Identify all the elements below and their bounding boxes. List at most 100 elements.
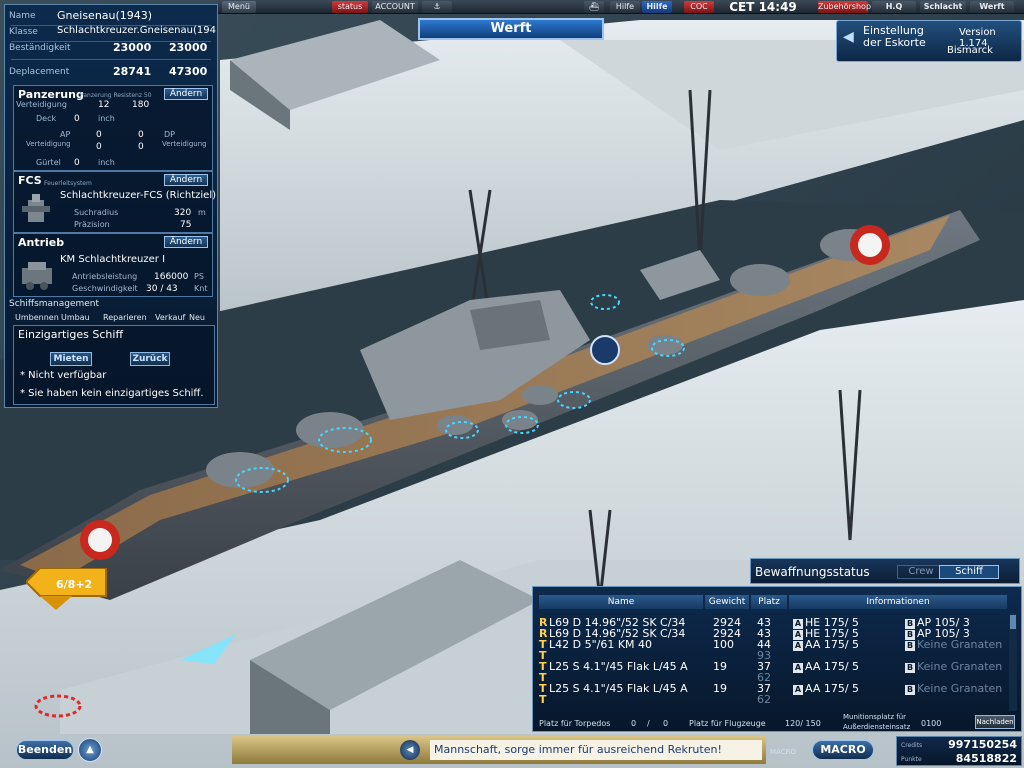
shipyard-button[interactable]: Werft xyxy=(970,1,1014,13)
back-arrow-icon: ◀ xyxy=(843,29,854,45)
armament-table: Name Gewicht Platz Informationen R L69 D … xyxy=(532,586,1022,732)
armament-scrollbar[interactable] xyxy=(1009,613,1017,711)
currency-panel: Credits 997150254 Punkte 84518822 xyxy=(896,736,1022,766)
class-label: Klasse xyxy=(9,27,38,37)
col-name: Name xyxy=(539,595,703,609)
new-button[interactable]: Neu xyxy=(189,313,205,322)
table-row[interactable]: T L25 S 4.1"/45 Flak L/45 A 19 37 A AA 175/ 5… xyxy=(533,660,1013,673)
power-value: 166000 xyxy=(154,272,189,282)
fcs-section: FCS Feuerleitsystem Ändern Schlachtkreuz… xyxy=(13,171,217,233)
aircraft-slot-label: Platz für Flugzeuge xyxy=(689,719,766,728)
unique-ship-section: Einzigartiges Schiff Mieten Zurück * Nic… xyxy=(13,325,215,405)
sell-button[interactable]: Verkauf xyxy=(155,313,185,322)
chat-bar: ◀ Mannschaft, sorge immer für ausreichen… xyxy=(232,736,766,764)
durability-current: 23000 xyxy=(113,41,152,54)
help-blue-button[interactable]: Hilfe xyxy=(642,1,672,13)
hq-button[interactable]: H.Q xyxy=(872,1,916,13)
fcs-change-button[interactable]: Ändern xyxy=(164,174,208,186)
aircraft-slot-value: 120/ 150 xyxy=(785,719,821,728)
rent-button[interactable]: Mieten xyxy=(50,352,92,366)
deck-unit: inch xyxy=(98,114,115,123)
deck-value: 0 xyxy=(74,114,80,124)
bottom-bar: Beenden ▲ ◀ Mannschaft, sorge immer für … xyxy=(0,734,1024,768)
ap-a: 0 xyxy=(96,130,102,140)
ship-class: Schlachtkreuzer.Gneisenau(194 xyxy=(57,25,216,36)
fcs-precision-value: 75 xyxy=(180,220,192,230)
ap-label: AP xyxy=(60,130,71,139)
ship-info-panel: Name Gneisenau(1943) Klasse Schlachtkreu… xyxy=(4,4,218,408)
torpedo-slot-a: 0 xyxy=(631,719,637,728)
repair-button[interactable]: Reparieren xyxy=(103,313,147,322)
macro-button[interactable]: MACRO xyxy=(812,740,874,760)
fcs-radius-value: 320 xyxy=(174,208,192,218)
management-label: Schiffsmanagement xyxy=(9,299,100,309)
fcs-radar-icon xyxy=(22,194,50,222)
ammo-slot-label-2: Außerdiensteinsatz xyxy=(843,723,911,731)
armor-change-button[interactable]: Ändern xyxy=(164,88,208,100)
page-title: Werft xyxy=(418,18,604,40)
weapon-weight: 19 xyxy=(713,682,727,695)
table-row[interactable]: T L25 S 4.1"/45 Flak L/45 A 19 37 A AA 175/ 5… xyxy=(533,682,1013,695)
weapon-name: L25 S 4.1"/45 Flak L/45 A xyxy=(549,682,688,695)
fcs-title: FCS xyxy=(18,174,42,187)
battle-button[interactable]: Schlacht xyxy=(920,1,966,13)
armor-section: Panzerung Panzerung Resistenz 50 Ändern … xyxy=(13,85,213,171)
col-info: Informationen xyxy=(789,595,1007,609)
tab-crew[interactable]: Crew xyxy=(897,565,945,579)
displacement-current: 28741 xyxy=(113,65,152,78)
account-button[interactable]: ACCOUNT xyxy=(372,1,418,13)
back-button[interactable]: Zurück xyxy=(130,352,170,366)
options-round-icon[interactable]: ▲ xyxy=(78,738,102,762)
fcs-name: Schlachtkreuzer-FCS (Richtziel) xyxy=(60,190,217,201)
weapon-weight: 100 xyxy=(713,638,734,651)
col-slot: Platz xyxy=(751,595,787,609)
engine-icon xyxy=(22,262,52,290)
fleet-marker[interactable]: 6/8+2 xyxy=(24,567,108,610)
macro-label: MACRO xyxy=(770,748,796,756)
ap-b2: 0 xyxy=(138,142,144,152)
table-row[interactable]: T L42 D 5"/61 KM 40 100 44 A AA 175/ 5 B Keine … xyxy=(533,638,1013,651)
power-label: Antriebsleistung xyxy=(72,272,138,281)
durability-max: 23000 xyxy=(169,41,208,54)
table-row[interactable]: T 62 xyxy=(533,694,1013,705)
menu-button[interactable]: Menü xyxy=(222,1,256,13)
ship-name: Gneisenau(1943) xyxy=(57,9,153,22)
points-value: 84518822 xyxy=(955,752,1017,765)
quit-button[interactable]: Beenden xyxy=(16,740,74,760)
help-button[interactable]: Hilfe xyxy=(610,1,640,13)
row-tag: T xyxy=(539,693,547,706)
displacement-label: Deplacement xyxy=(9,67,70,77)
deck-label: Deck xyxy=(36,114,57,123)
ap-sub: Verteidigung xyxy=(26,140,71,148)
weapon-weight: 19 xyxy=(713,660,727,673)
reload-button[interactable]: Nachladen xyxy=(975,715,1015,729)
armor-defense-label: Verteidigung xyxy=(16,100,67,109)
speed-value: 30 / 43 xyxy=(146,284,178,294)
shop-button[interactable]: Zubehörshop xyxy=(818,1,871,13)
coc-button[interactable]: COC xyxy=(684,1,714,13)
ship-icon[interactable]: ⛴ xyxy=(584,1,604,13)
scrollbar-thumb[interactable] xyxy=(1010,615,1016,629)
fcs-precision-label: Präzision xyxy=(74,220,110,229)
chat-scroll-icon[interactable]: ◀ xyxy=(400,740,420,760)
speed-label: Geschwindigkeit xyxy=(72,284,138,293)
propulsion-title: Antrieb xyxy=(18,236,65,249)
ap-a2: 0 xyxy=(96,142,102,152)
weapon-name: L42 D 5"/61 KM 40 xyxy=(549,638,653,651)
weapon-slot: 62 xyxy=(757,693,771,706)
tab-ship[interactable]: Schiff xyxy=(939,565,999,579)
unique-ship-title: Einzigartiges Schiff xyxy=(18,328,124,341)
rebuild-button[interactable]: Umbau xyxy=(61,313,90,322)
propulsion-change-button[interactable]: Ändern xyxy=(164,236,208,248)
speed-unit: Knt xyxy=(194,284,208,293)
fcs-subtitle: Feuerleitsystem xyxy=(44,180,92,187)
belt-label: Gürtel xyxy=(36,158,61,167)
armament-status-title: Bewaffnungsstatus xyxy=(755,565,870,579)
propulsion-section: Antrieb Ändern KM Schlachtkreuzer I Antr… xyxy=(13,233,213,297)
fleet-icon[interactable]: ⚓ xyxy=(422,1,452,13)
rename-button[interactable]: Umbennen xyxy=(15,313,59,322)
escort-settings-button[interactable]: ◀ Einstellung der Eskorte Version 1.174 … xyxy=(836,20,1022,62)
status-button[interactable]: status xyxy=(332,1,368,13)
armament-status-header: Bewaffnungsstatus Crew Schiff xyxy=(750,558,1020,584)
belt-unit: inch xyxy=(98,158,115,167)
